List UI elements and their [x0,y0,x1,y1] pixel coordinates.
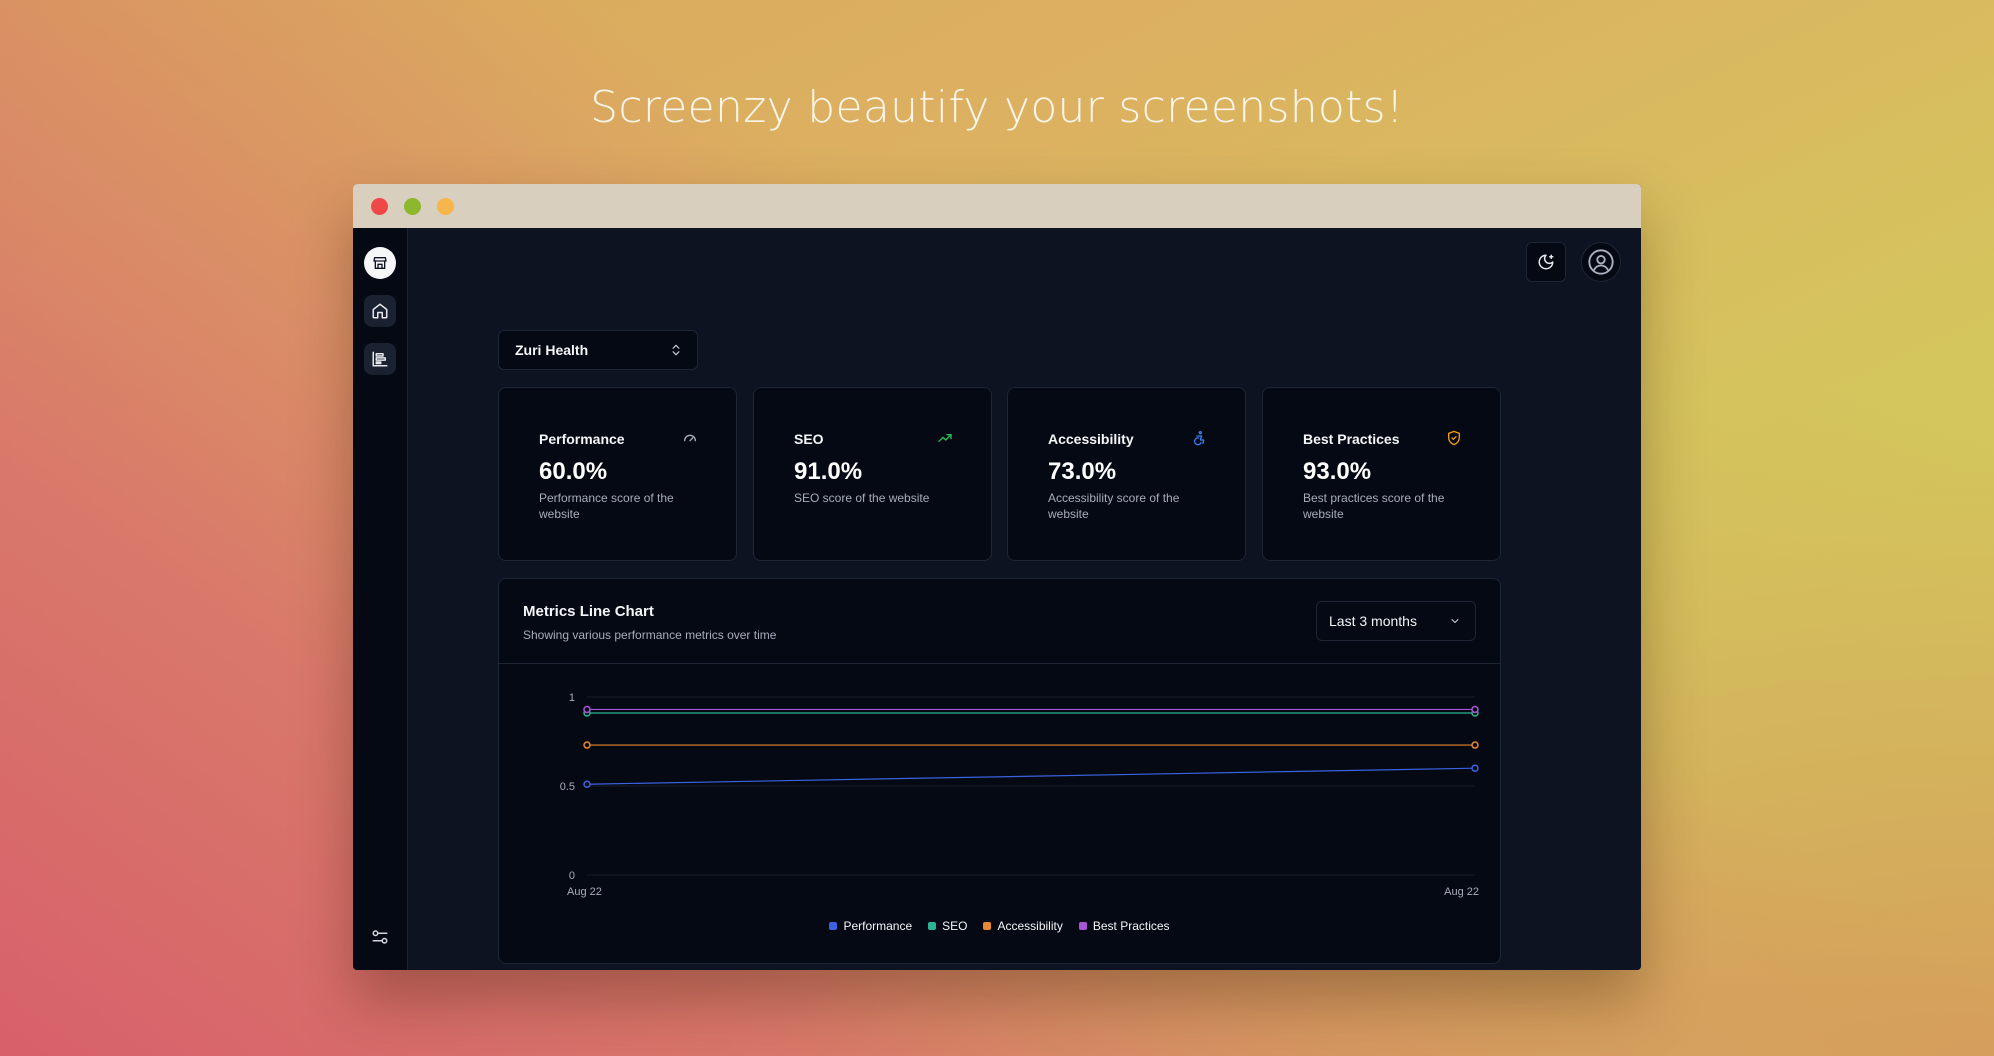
trending-up-icon [938,434,952,442]
settings-sliders-icon [372,930,388,944]
legend-swatch [1078,922,1087,930]
chevron-down-icon [1451,619,1459,623]
metrics-chart-card: Metrics Line Chart Showing various perfo… [498,578,1501,964]
card-accessibility: Accessibility 73.0% Accessibility score … [1007,387,1246,561]
theme-toggle-button[interactable] [1526,242,1566,282]
store-icon [373,257,387,269]
card-title: Performance [539,431,625,447]
card-value: 91.0% [794,458,863,485]
legend-item: SEO [928,919,967,933]
card-value: 60.0% [539,458,608,485]
metric-cards: Performance 60.0% Performance score of t… [498,387,1501,561]
legend-label: Performance [843,919,913,933]
home-icon [372,303,388,319]
time-range-value: Last 3 months [1329,613,1417,629]
user-avatar-button[interactable] [1581,242,1621,282]
project-select[interactable]: Zuri Health [498,330,698,370]
data-point [583,780,591,788]
data-point [1471,764,1479,772]
legend-label: Best Practices [1092,919,1170,933]
chevrons-up-down-icon [672,344,680,356]
legend-item: Best Practices [1078,919,1170,933]
reports-icon [372,351,388,367]
y-tick-label: 1 [569,692,575,704]
legend-swatch [928,922,937,930]
moon-stars-icon [1538,254,1554,270]
card-best-practices: Best Practices 93.0% Best practices scor… [1262,387,1501,561]
sidebar [353,228,408,970]
card-seo: SEO 91.0% SEO score of the website [753,387,992,561]
card-description: SEO score of the website [794,491,930,505]
data-point [583,705,591,714]
card-description: Accessibility score of the website [1048,491,1180,521]
close-window-button[interactable] [371,198,388,215]
legend-label: Accessibility [997,919,1063,933]
legend-swatch [829,922,838,930]
card-performance: Performance 60.0% Performance score of t… [498,387,737,561]
x-tick-label: Aug 22 [567,886,602,898]
legend-label: SEO [942,919,968,933]
user-icon [1588,249,1614,275]
card-value: 73.0% [1048,458,1117,485]
legend-item: Accessibility [983,919,1063,933]
accessibility-icon [1193,431,1205,446]
card-description: Best practices score of the website [1303,491,1445,521]
sidebar-logo-button[interactable] [364,247,396,279]
chart-legend: Performance SEO Accessibility Best Practice… [499,919,1500,933]
minimize-window-button[interactable] [404,198,421,215]
sidebar-settings-button[interactable] [364,921,396,953]
card-value: 93.0% [1303,458,1372,485]
legend-item: Performance [829,919,912,933]
gauge-icon [684,434,696,442]
shield-check-icon [1448,430,1460,446]
card-title: Best Practices [1303,431,1400,447]
chart-title: Metrics Line Chart [523,603,654,620]
headline: Screenzy beautify your screenshots! [590,82,1404,133]
data-point [583,741,591,749]
card-title: SEO [794,431,824,447]
sidebar-item-reports[interactable] [364,343,396,375]
title-bar [353,184,1641,228]
series-line [586,767,1476,785]
project-select-value: Zuri Health [515,342,589,358]
chart-subtitle: Showing various performance metrics over… [523,628,777,642]
y-tick-label: 0.5 [560,781,575,793]
app-window: Zuri Health Performance 60.0% Performanc… [353,184,1641,970]
data-point [1471,705,1479,714]
dashboard: Zuri Health Performance 60.0% Performanc… [353,228,1641,970]
time-range-select[interactable]: Last 3 months [1316,601,1476,641]
y-tick-label: 0 [569,870,575,882]
chart-header: Metrics Line Chart Showing various perfo… [499,579,1500,664]
legend-swatch [983,922,992,930]
sidebar-item-home[interactable] [364,295,396,327]
metrics-line-chart: 0 0.5 1 Aug 22 Aug 22 [560,692,1479,898]
x-tick-label: Aug 22 [1444,886,1479,898]
card-title: Accessibility [1048,431,1134,447]
card-description: Performance score of the website [539,491,674,521]
data-point [1471,741,1479,749]
maximize-window-button[interactable] [437,198,454,215]
